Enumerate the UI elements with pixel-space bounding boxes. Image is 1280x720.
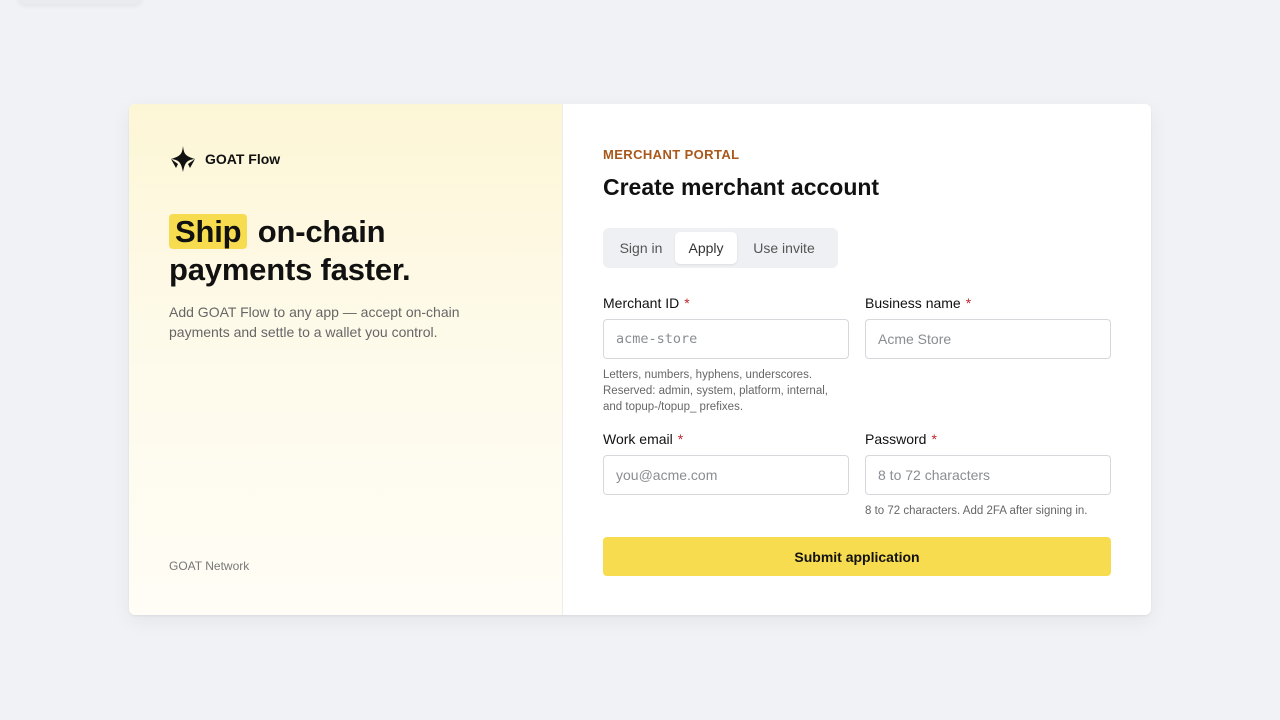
business-name-field: Business name * [865, 294, 1111, 359]
brand: GOAT Flow [169, 145, 280, 173]
password-help: 8 to 72 characters. Add 2FA after signin… [865, 505, 1088, 517]
portal-eyebrow: MERCHANT PORTAL [603, 147, 740, 162]
password-input[interactable] [865, 455, 1111, 495]
auth-card: GOAT Flow Ship on-chain payments faster.… [129, 104, 1151, 615]
auth-tabs: Sign in Apply Use invite [603, 228, 838, 268]
business-name-input[interactable] [865, 319, 1111, 359]
work-email-field: Work email * [603, 430, 849, 495]
password-label: Password [865, 431, 927, 447]
required-marker: * [931, 431, 937, 447]
business-name-label: Business name [865, 295, 961, 311]
hero-panel: GOAT Flow Ship on-chain payments faster.… [129, 104, 563, 615]
hero-tagline: Add GOAT Flow to any app — accept on-cha… [169, 304, 460, 340]
tab-use-invite[interactable]: Use invite [737, 232, 831, 264]
required-marker: * [677, 431, 684, 447]
tab-apply[interactable]: Apply [675, 232, 737, 264]
tab-sign-in[interactable]: Sign in [607, 232, 675, 264]
merchant-id-help: Letters, numbers, hyphens, underscores. … [603, 369, 828, 413]
form-panel: MERCHANT PORTAL Create merchant account … [563, 104, 1151, 615]
hero-headline: Ship on-chain payments faster. [169, 213, 509, 289]
page-title: Create merchant account [603, 174, 880, 200]
footer-text: GOAT Network [169, 559, 250, 573]
corner-element [18, 0, 142, 4]
headline-highlight: Ship [169, 214, 248, 249]
merchant-id-field: Merchant ID* Letters, numbers, hyphens, … [603, 294, 849, 415]
password-field: Password * 8 to 72 characters. Add 2FA af… [865, 430, 1111, 519]
work-email-label: Work email [603, 431, 673, 447]
sparkle-logo-icon [171, 146, 195, 172]
merchant-id-label: Merchant ID [603, 295, 680, 311]
brand-name: GOAT Flow [205, 151, 281, 167]
required-marker: * [965, 295, 972, 311]
merchant-id-input[interactable] [603, 319, 849, 359]
submit-application-button[interactable]: Submit application [603, 537, 1111, 576]
work-email-input[interactable] [603, 455, 849, 495]
required-marker: * [684, 295, 690, 311]
